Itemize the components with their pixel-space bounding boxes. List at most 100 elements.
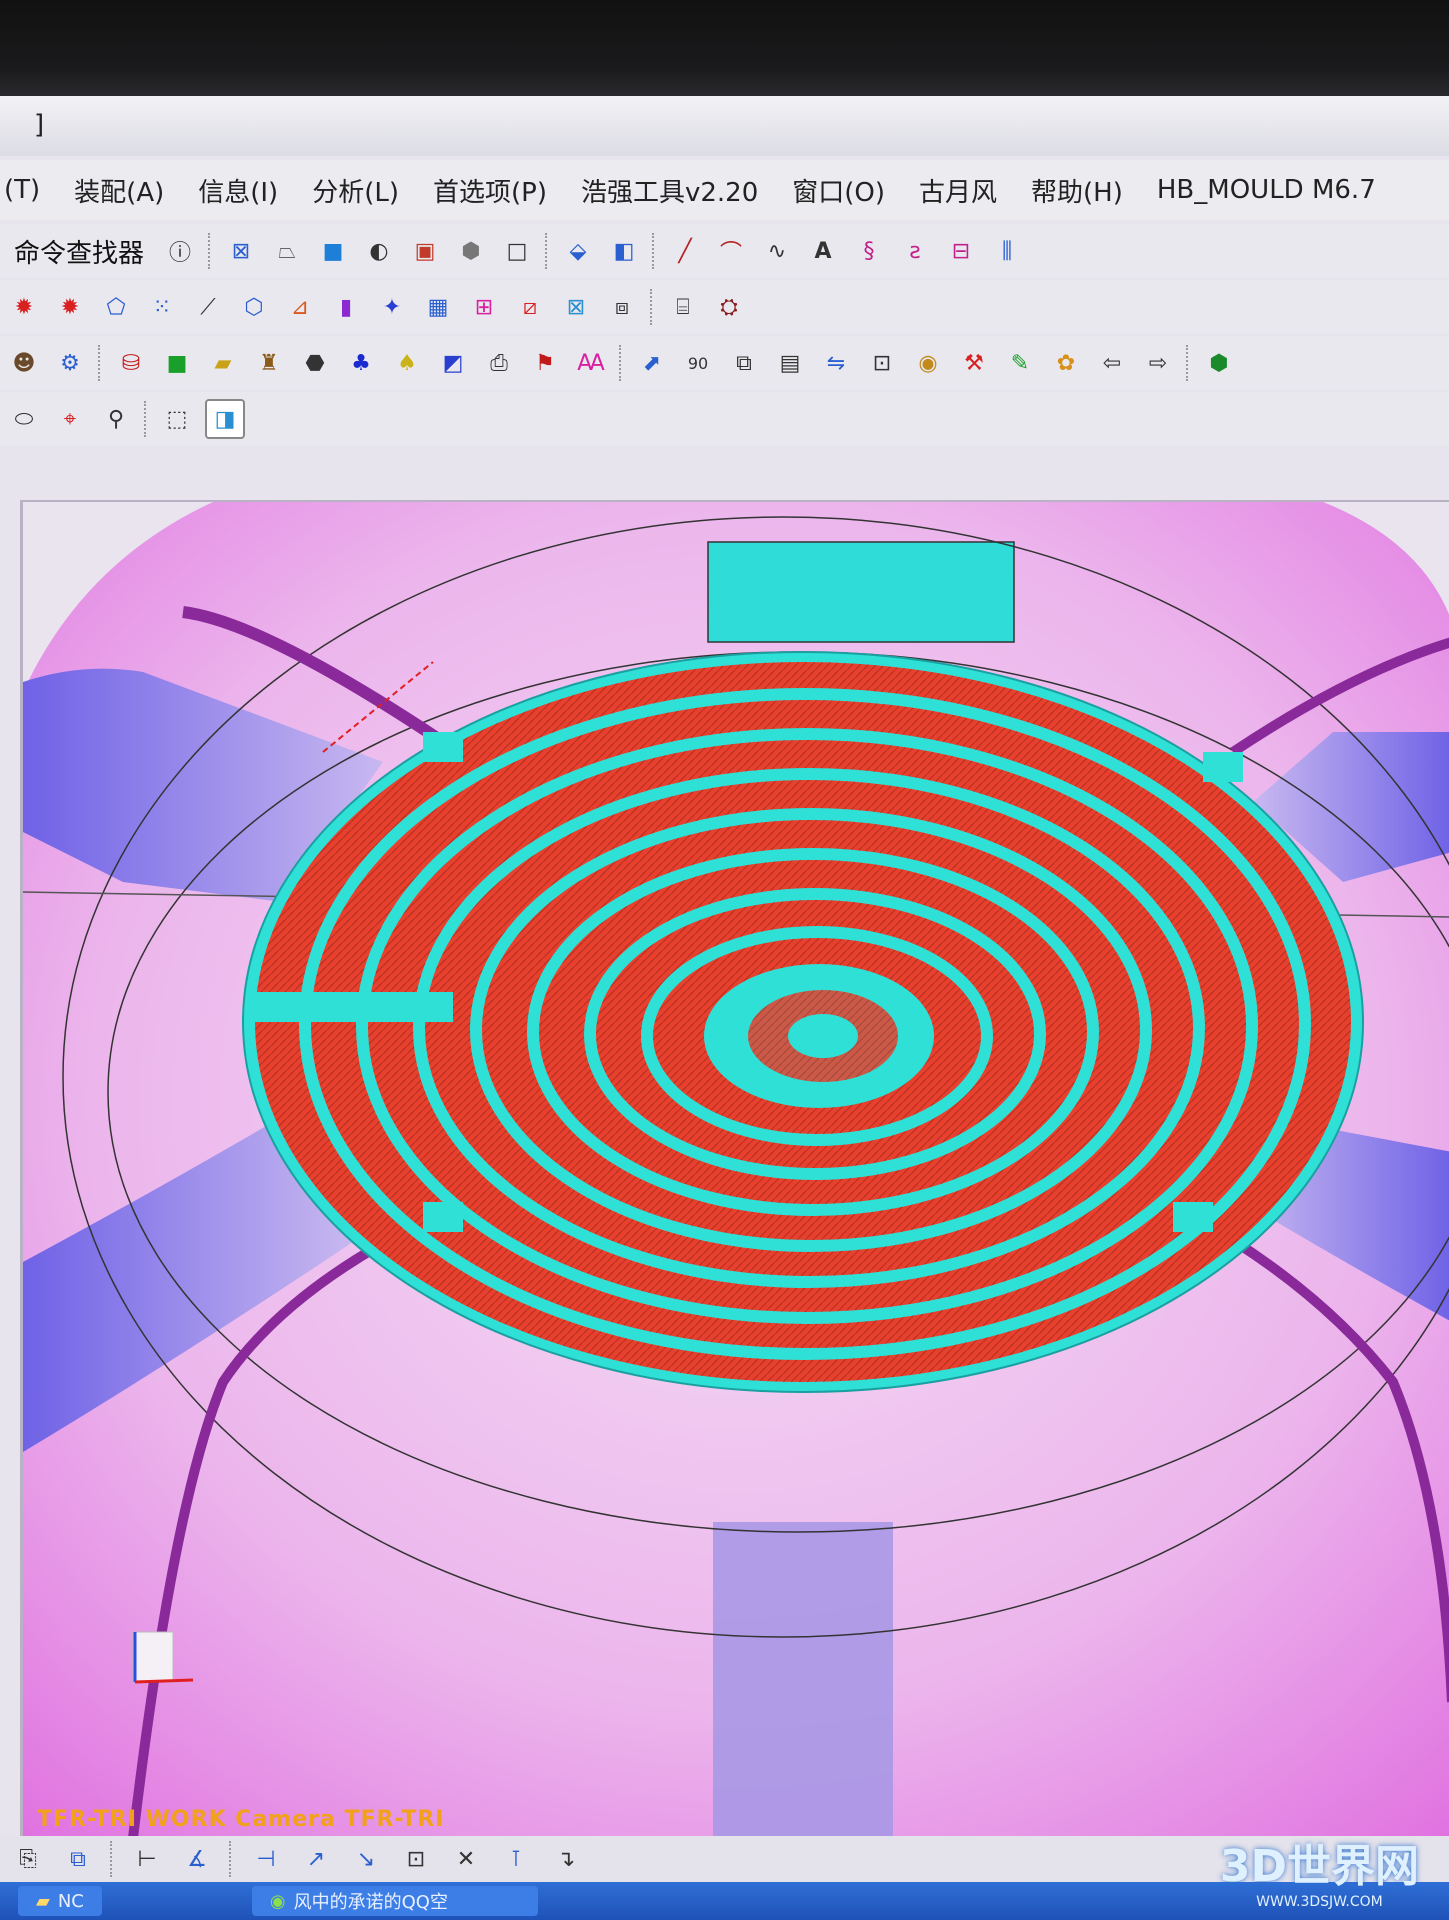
menu-bar: (T) 装配(A) 信息(I) 分析(L) 首选项(P) 浩强工具v2.20 窗… (0, 160, 1449, 220)
ooo-icon[interactable]: ⧉ (726, 345, 762, 381)
menu-item-haoqiang-tools[interactable]: 浩强工具v2.20 (581, 172, 758, 209)
arrow-left-icon[interactable]: ⇦ (1094, 345, 1130, 381)
hat-icon[interactable]: ⏢ (269, 233, 305, 269)
arrow-box-icon[interactable]: ⬈ (634, 345, 670, 381)
curve-offset-icon[interactable]: ƨ (897, 233, 933, 269)
screen: ] (T) 装配(A) 信息(I) 分析(L) 首选项(P) 浩强工具v2.20… (0, 96, 1449, 1920)
mold-wizard-icon[interactable]: ⚙ (52, 345, 88, 381)
chart-icon[interactable]: ⊿ (282, 289, 318, 325)
sketch-icon[interactable]: ⬠ (98, 289, 134, 325)
bear-icon[interactable]: ☻ (6, 345, 42, 381)
box-red-icon[interactable]: ▣ (407, 233, 443, 269)
text-edit-icon[interactable]: ⊺ (498, 1841, 534, 1877)
pink-grid-icon[interactable]: ⊞ (466, 289, 502, 325)
toolbar-standard: 命令查找器 ⓘ ⊠ ⏢ ■ ◐ ▣ ⬢ □ ⬙ ◧ ╱ ⌒ ∿ A § ƨ ⊟ … (0, 224, 1449, 278)
taskbar-item-label: 风中的承诺的QQ空 (293, 1892, 448, 1913)
yellow-block-icon[interactable]: ▰ (205, 345, 241, 381)
menu-item-window[interactable]: 窗口(O) (792, 172, 885, 209)
menu-item-tools[interactable]: (T) (4, 175, 40, 205)
menu-item-help[interactable]: 帮助(H) (1031, 172, 1123, 209)
menu-item-analysis[interactable]: 分析(L) (312, 172, 399, 209)
tools-icon[interactable]: ⚒ (956, 345, 992, 381)
project-curve-icon[interactable]: ⊟ (943, 233, 979, 269)
box-gray-icon[interactable]: ⬢ (453, 233, 489, 269)
leader-icon[interactable]: ↗ (298, 1841, 334, 1877)
toolbar-features: ✹ ✹ ⬠ ⁙ ⟋ ⬡ ⊿ ▮ ✦ ▦ ⊞ ⧄ ⊠ ⧈ ⌸ ⛭ (0, 280, 1449, 334)
toolbar-separator (98, 345, 103, 381)
taskbar-item-nc[interactable]: ▰ NC (18, 1886, 102, 1916)
points-icon[interactable]: ⁙ (144, 289, 180, 325)
table-icon[interactable]: ▤ (772, 345, 808, 381)
graphics-viewport[interactable]: TFR-TRI WORK Camera TFR-TRI (20, 500, 1449, 1838)
menu-item-hb-mould[interactable]: HB_MOULD M6.7 (1157, 175, 1376, 205)
datum-icon[interactable]: ⟋ (190, 289, 226, 325)
flower-icon[interactable]: ✿ (1048, 345, 1084, 381)
purple-block-icon[interactable]: ▮ (328, 289, 364, 325)
gear-red-icon[interactable]: ✹ (6, 289, 42, 325)
dimension-icon[interactable]: ⊢ (129, 1841, 165, 1877)
view-cube-icon[interactable]: ◨ (205, 399, 245, 439)
eraser-icon[interactable]: ⬭ (6, 401, 42, 437)
square-blue-icon[interactable]: ◩ (435, 345, 471, 381)
cube-shaded-icon[interactable]: ■ (315, 233, 351, 269)
doc-icon[interactable]: ⊡ (864, 345, 900, 381)
angle-dimension-icon[interactable]: ∡ (179, 1841, 215, 1877)
drafting-icon[interactable]: ⎘ (10, 1841, 46, 1877)
pencil-icon[interactable]: ✎ (1002, 345, 1038, 381)
rectangle-icon[interactable]: □ (499, 233, 535, 269)
toolbar-separator (652, 233, 657, 269)
pink-aa-icon[interactable]: Ꜳ (573, 345, 609, 381)
wand-icon[interactable]: ⚲ (98, 401, 134, 437)
curve-tool-icon[interactable]: § (851, 233, 887, 269)
section-view-icon[interactable]: ◧ (606, 233, 642, 269)
blue-tree-icon[interactable]: ♣ (343, 345, 379, 381)
figure-icon[interactable]: ♜ (251, 345, 287, 381)
select-box-icon[interactable]: ⬚ (159, 401, 195, 437)
half-circle-icon[interactable]: ◐ (361, 233, 397, 269)
yellow-tree-icon[interactable]: ♠ (389, 345, 425, 381)
arrow-down-right-icon[interactable]: ↴ (548, 1841, 584, 1877)
red-people-icon[interactable]: ⚑ (527, 345, 563, 381)
diagonal-box-icon[interactable]: ⧄ (512, 289, 548, 325)
menu-item-assembly[interactable]: 装配(A) (74, 172, 164, 209)
arc-icon[interactable]: ⌒ (713, 233, 749, 269)
block-icon[interactable]: ▦ (420, 289, 456, 325)
printer-icon[interactable]: ⎙ (481, 345, 517, 381)
layer-icon[interactable]: ⧉ (60, 1841, 96, 1877)
fit-view-icon[interactable]: ⊠ (223, 233, 259, 269)
gear-red-icon[interactable]: ✹ (52, 289, 88, 325)
green-cube-icon[interactable]: ⬢ (1201, 345, 1237, 381)
red-drum-icon[interactable]: ⛁ (113, 345, 149, 381)
orient-view-icon[interactable]: ⬙ (560, 233, 596, 269)
cube-wire-icon[interactable]: ⬡ (236, 289, 272, 325)
toolbar-separator (229, 1841, 234, 1877)
line-icon[interactable]: ╱ (667, 233, 703, 269)
toolbar-selection: ⬭ ⌖ ⚲ ⬚ ◨ (0, 392, 1449, 446)
snap-point-icon[interactable]: ⌖ (52, 401, 88, 437)
menu-item-preferences[interactable]: 首选项(P) (433, 172, 547, 209)
symbol-icon[interactable]: ⊡ (398, 1841, 434, 1877)
taskbar-item-browser[interactable]: ◉ 风中的承诺的QQ空 (251, 1886, 538, 1916)
eye-icon[interactable]: ◉ (910, 345, 946, 381)
spline-icon[interactable]: ∿ (759, 233, 795, 269)
cross-box-icon[interactable]: ⊠ (558, 289, 594, 325)
menu-item-guyuefeng[interactable]: 古月风 (919, 172, 997, 209)
text-icon[interactable]: A (805, 233, 841, 269)
command-finder-button[interactable]: 命令查找器 (6, 233, 152, 270)
black-shape-icon[interactable]: ⬣ (297, 345, 333, 381)
pattern-icon[interactable]: ⧈ (604, 289, 640, 325)
menu-item-info[interactable]: 信息(I) (198, 172, 278, 209)
assembly-icon[interactable]: ⛭ (711, 289, 747, 325)
bridge-curve-icon[interactable]: ⫼ (989, 233, 1025, 269)
flow-icon[interactable]: ⇋ (818, 345, 854, 381)
blue-cluster-icon[interactable]: ✦ (374, 289, 410, 325)
info-icon[interactable]: ⓘ (162, 233, 198, 269)
layout-icon[interactable]: ⌸ (665, 289, 701, 325)
ninety-icon[interactable]: 90 (680, 345, 716, 381)
green-box-icon[interactable]: ■ (159, 345, 195, 381)
arrow-right-icon[interactable]: ⇨ (1140, 345, 1176, 381)
delete-x-icon[interactable]: ✕ (448, 1841, 484, 1877)
note-icon[interactable]: ↘ (348, 1841, 384, 1877)
edit-dimension-icon[interactable]: ⊣ (248, 1841, 284, 1877)
taskbar-item-label: NC (57, 1890, 84, 1912)
